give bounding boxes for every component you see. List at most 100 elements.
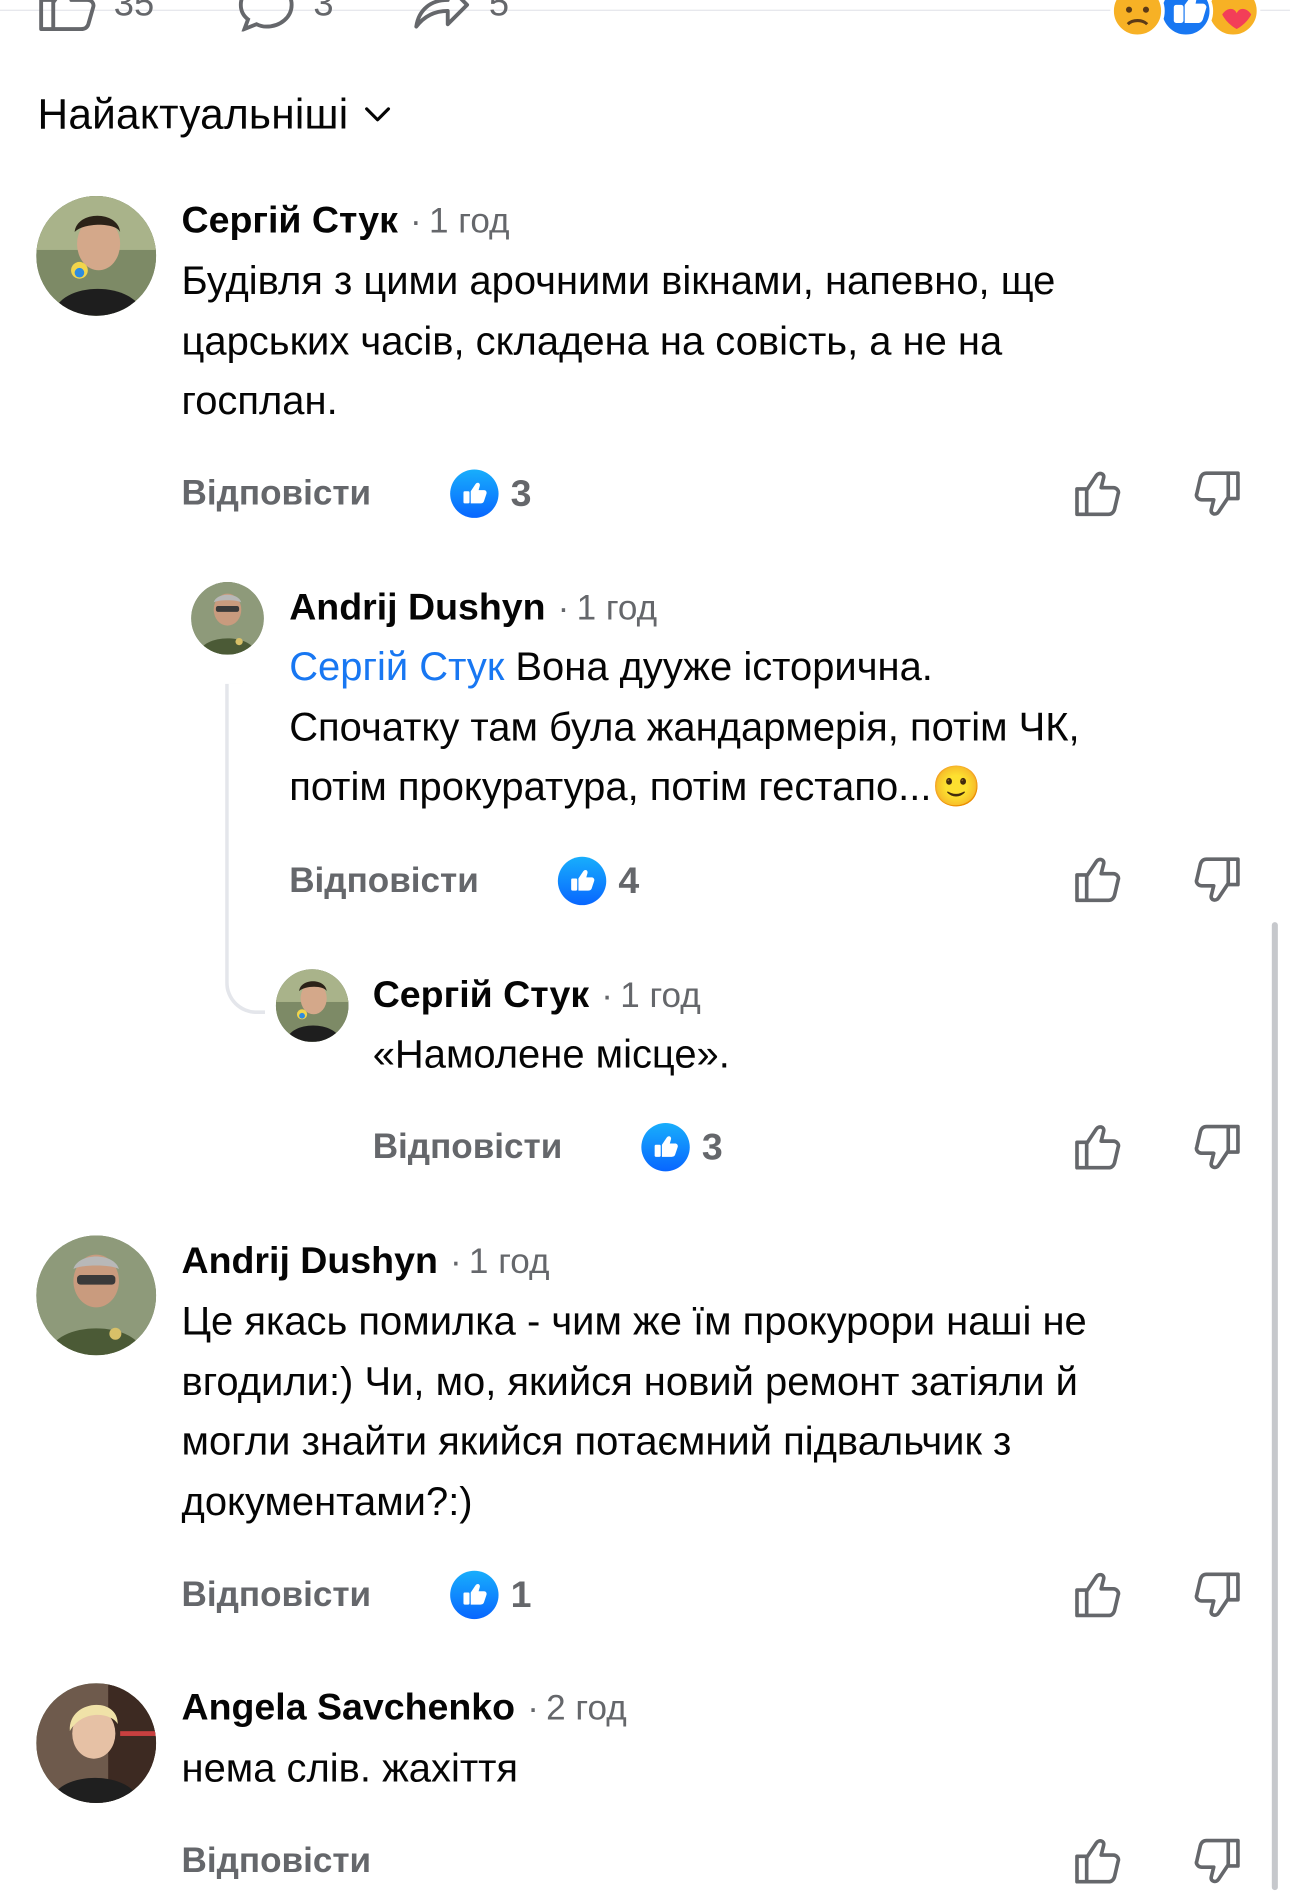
comment-text-line: царських часів, складена на совість, а н… (181, 317, 1003, 363)
like-badge-icon (641, 1122, 690, 1172)
like-count-value: 3 (701, 1125, 723, 1168)
comment-header: Angela Savchenko · 2 год (182, 1686, 627, 1730)
like-reaction-icon (1158, 0, 1214, 39)
comment-time-value: 1 год (468, 1242, 550, 1282)
like-outline-icon (39, 0, 96, 31)
like-count-value: 1 (510, 1573, 532, 1616)
reply-button[interactable]: Відповісти (373, 1128, 563, 1168)
thumbs-up-outline-icon (1075, 857, 1121, 903)
thumbs-down-outline-icon (1194, 1572, 1240, 1617)
thumbs-up-outline-icon (1075, 1572, 1121, 1618)
comment-likes[interactable]: 4 (557, 856, 640, 906)
thumbs-up-outline-icon (1075, 1125, 1121, 1170)
comment-header: Andrij Dushyn · 1 год (289, 586, 657, 630)
upvote-button[interactable] (1072, 854, 1123, 905)
like-badge-icon (450, 1570, 499, 1620)
avatar-photo (36, 1683, 157, 1804)
downvote-button[interactable] (1192, 1122, 1243, 1173)
thumbs-down-outline-icon (1194, 857, 1240, 902)
avatar-photo (36, 1235, 157, 1356)
comment-text: Це якась помилка - чим же їм прокурори н… (182, 1291, 1259, 1531)
thumbs-down-outline-icon (1194, 1124, 1240, 1170)
comment-time[interactable]: · 1 год (450, 1243, 549, 1283)
reply-button[interactable]: Відповісти (182, 474, 372, 514)
upvote-button[interactable] (1072, 1836, 1123, 1887)
upvote-button[interactable] (1072, 1569, 1123, 1620)
avatar-photo (36, 196, 157, 316)
like-count-value: 3 (510, 471, 532, 515)
comment-time[interactable]: · 2 год (527, 1689, 626, 1729)
comment-text-line: могли знайти якийся потаємний підвальчик… (181, 1418, 1012, 1464)
like-action[interactable]: 35 (36, 0, 154, 31)
comment-text-line: нема слів. жахіття (181, 1744, 519, 1790)
comment-text: Сергій Стук Вона дууже історична. Спочат… (289, 637, 1257, 817)
comments-count: 3 (313, 0, 334, 25)
comment-author[interactable]: Сергій Стук (182, 198, 398, 242)
thread-connector (225, 683, 266, 1015)
downvote-button[interactable] (1192, 854, 1243, 905)
thumbs-down-outline-icon (1194, 471, 1240, 516)
avatar[interactable] (191, 582, 264, 655)
thumbs-up-outline-icon (1075, 1839, 1121, 1884)
comment-text-line: госплан. (181, 377, 338, 423)
chevron-down-icon (364, 107, 390, 122)
avatar[interactable] (275, 969, 349, 1042)
comment-time-value: 1 год (576, 589, 658, 629)
smile-emoji: 🙂 (931, 762, 982, 810)
comment-text-line: Будівля з цими арочними вікнами, напевно… (181, 257, 1056, 303)
top-divider (0, 9, 1290, 11)
like-count-value: 4 (618, 859, 640, 902)
comment-text-line: вгодили:) Чи, мо, якийся новий ремонт за… (181, 1358, 1078, 1404)
avatar-photo (275, 969, 349, 1042)
comment-text: «Намолене місце». (373, 1024, 1220, 1084)
mention-link[interactable]: Сергій Стук (289, 644, 504, 689)
like-badge-icon (557, 856, 607, 906)
avatar[interactable] (36, 196, 157, 316)
sort-dropdown[interactable]: Найактуальніші (38, 91, 395, 139)
comment-likes[interactable]: 3 (450, 469, 532, 518)
comment-author[interactable]: Angela Savchenko (182, 1686, 516, 1730)
comment-time[interactable]: · 1 год (558, 589, 657, 629)
comment-text-line: Це якась помилка - чим же їм прокурори н… (181, 1298, 1087, 1344)
like-badge-icon (450, 469, 499, 518)
thumbs-up-outline-icon (1075, 471, 1121, 517)
share-action[interactable]: 5 (411, 0, 509, 31)
care-reaction-icon (1205, 0, 1261, 39)
comment-author[interactable]: Andrij Dushyn (182, 1239, 438, 1283)
comment-header: Сергій Стук · 1 год (182, 198, 510, 242)
reply-button[interactable]: Відповісти (182, 1576, 372, 1616)
comment-text: Будівля з цими арочними вікнами, напевно… (182, 250, 1247, 430)
comment-time[interactable]: · 1 год (410, 202, 509, 242)
downvote-button[interactable] (1192, 1836, 1243, 1887)
share-arrow-icon (414, 0, 470, 29)
sort-label: Найактуальніші (37, 90, 349, 138)
comment-author[interactable]: Сергій Стук (373, 973, 589, 1017)
comment-text-line: документами?:) (181, 1478, 473, 1523)
comment-time[interactable]: · 1 год (601, 977, 700, 1017)
scrollbar[interactable] (1271, 922, 1278, 1891)
comment-text-segment: Вона дууже історична. (504, 643, 933, 689)
comment-header: Сергій Стук · 1 год (373, 973, 701, 1017)
reply-button[interactable]: Відповісти (289, 862, 479, 902)
comment-author[interactable]: Andrij Dushyn (289, 586, 545, 630)
avatar[interactable] (36, 1235, 157, 1356)
avatar-photo (191, 582, 264, 655)
avatar[interactable] (36, 1683, 157, 1804)
comment-likes[interactable]: 3 (641, 1122, 723, 1172)
comment-time-value: 1 год (620, 976, 701, 1016)
comments-screen: 35 3 5 Найактуальніші Сергій Стук · 1 го… (0, 0, 1290, 1897)
downvote-button[interactable] (1192, 468, 1243, 519)
comment-likes[interactable]: 1 (450, 1570, 532, 1620)
shares-count: 5 (488, 0, 510, 25)
comment-text: нема слів. жахіття (182, 1738, 1247, 1798)
comment-header: Andrij Dushyn · 1 год (182, 1239, 550, 1283)
upvote-button[interactable] (1072, 1122, 1123, 1173)
downvote-button[interactable] (1192, 1569, 1243, 1620)
likes-count: 35 (113, 0, 155, 25)
comment-time-value: 1 год (429, 202, 510, 241)
upvote-button[interactable] (1072, 468, 1123, 519)
reply-button[interactable]: Відповісти (182, 1842, 372, 1882)
comment-action[interactable]: 3 (236, 0, 334, 32)
reactions-summary[interactable] (1106, 0, 1263, 39)
comment-text-line: потім прокуратура, потім гестапо... (289, 763, 932, 809)
